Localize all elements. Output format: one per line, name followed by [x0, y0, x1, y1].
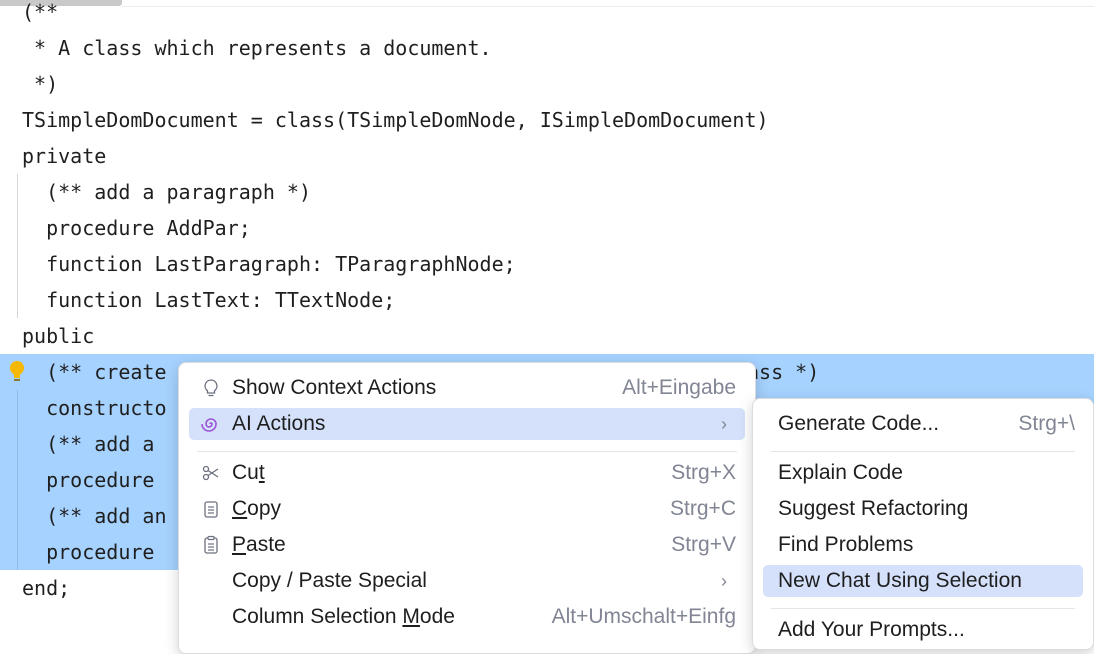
ai-spiral-icon	[201, 418, 217, 432]
code-line: public	[22, 324, 95, 348]
code-line: (** create	[22, 360, 167, 384]
menu-separator	[771, 608, 1075, 609]
indent-guide	[17, 174, 18, 318]
submenu-item-new-chat-using-selection[interactable]: New Chat Using Selection	[763, 565, 1083, 597]
menu-separator	[197, 451, 737, 452]
code-line: * A class which represents a document.	[22, 36, 492, 60]
chevron-right-icon: ›	[721, 414, 727, 434]
ai-actions-submenu: Generate Code... Strg+\ Explain Code Sug…	[752, 398, 1094, 650]
code-line: (**	[22, 0, 59, 24]
code-line: (** add an	[22, 504, 167, 528]
menu-separator	[771, 451, 1075, 452]
menu-item-copy-paste-special[interactable]: Copy / Paste Special ›	[189, 565, 745, 597]
context-menu: Show Context Actions Alt+Eingabe AI Acti…	[178, 362, 756, 654]
indent-guide	[17, 390, 18, 570]
code-line: private	[22, 144, 107, 168]
lightbulb-icon	[204, 379, 218, 397]
code-line: procedure AddPar;	[22, 216, 251, 240]
menu-item-cut[interactable]: Cut Strg+X	[189, 457, 745, 489]
scissors-icon	[202, 465, 219, 481]
code-line-tail: ass *)	[747, 360, 820, 384]
submenu-item-generate-code[interactable]: Generate Code... Strg+\	[763, 408, 1083, 440]
code-line: *)	[22, 72, 59, 96]
code-line: function LastParagraph: TParagraphNode;	[22, 252, 516, 276]
code-line: procedure	[22, 540, 155, 564]
horizontal-scrollbar-thumb[interactable]	[0, 0, 122, 6]
menu-item-paste[interactable]: Paste Strg+V	[189, 529, 745, 561]
menu-item-column-selection-mode[interactable]: Column Selection Mode Alt+Umschalt+Einfg	[189, 601, 745, 633]
code-line: procedure	[22, 468, 155, 492]
submenu-item-add-your-prompts[interactable]: Add Your Prompts...	[763, 614, 1083, 646]
submenu-item-explain-code[interactable]: Explain Code	[763, 457, 1083, 489]
code-line: (** add a	[22, 432, 155, 456]
submenu-item-find-problems[interactable]: Find Problems	[763, 529, 1083, 561]
code-line: TSimpleDomDocument = class(TSimpleDomNod…	[22, 108, 769, 132]
lightbulb-icon[interactable]	[9, 360, 25, 384]
code-line: function LastText: TTextNode;	[22, 288, 396, 312]
menu-item-copy[interactable]: Copy Strg+C	[189, 493, 745, 525]
menu-item-ai-actions[interactable]: AI Actions ›	[189, 408, 745, 440]
editor-top-border	[122, 6, 1094, 7]
chevron-right-icon: ›	[721, 571, 727, 591]
menu-item-show-context-actions[interactable]: Show Context Actions Alt+Eingabe	[189, 372, 745, 404]
submenu-item-suggest-refactoring[interactable]: Suggest Refactoring	[763, 493, 1083, 525]
code-line: (** add a paragraph *)	[22, 180, 311, 204]
code-line: constructo	[22, 396, 167, 420]
paste-icon	[204, 535, 218, 554]
copy-icon	[204, 501, 218, 518]
code-line: end;	[22, 576, 71, 600]
